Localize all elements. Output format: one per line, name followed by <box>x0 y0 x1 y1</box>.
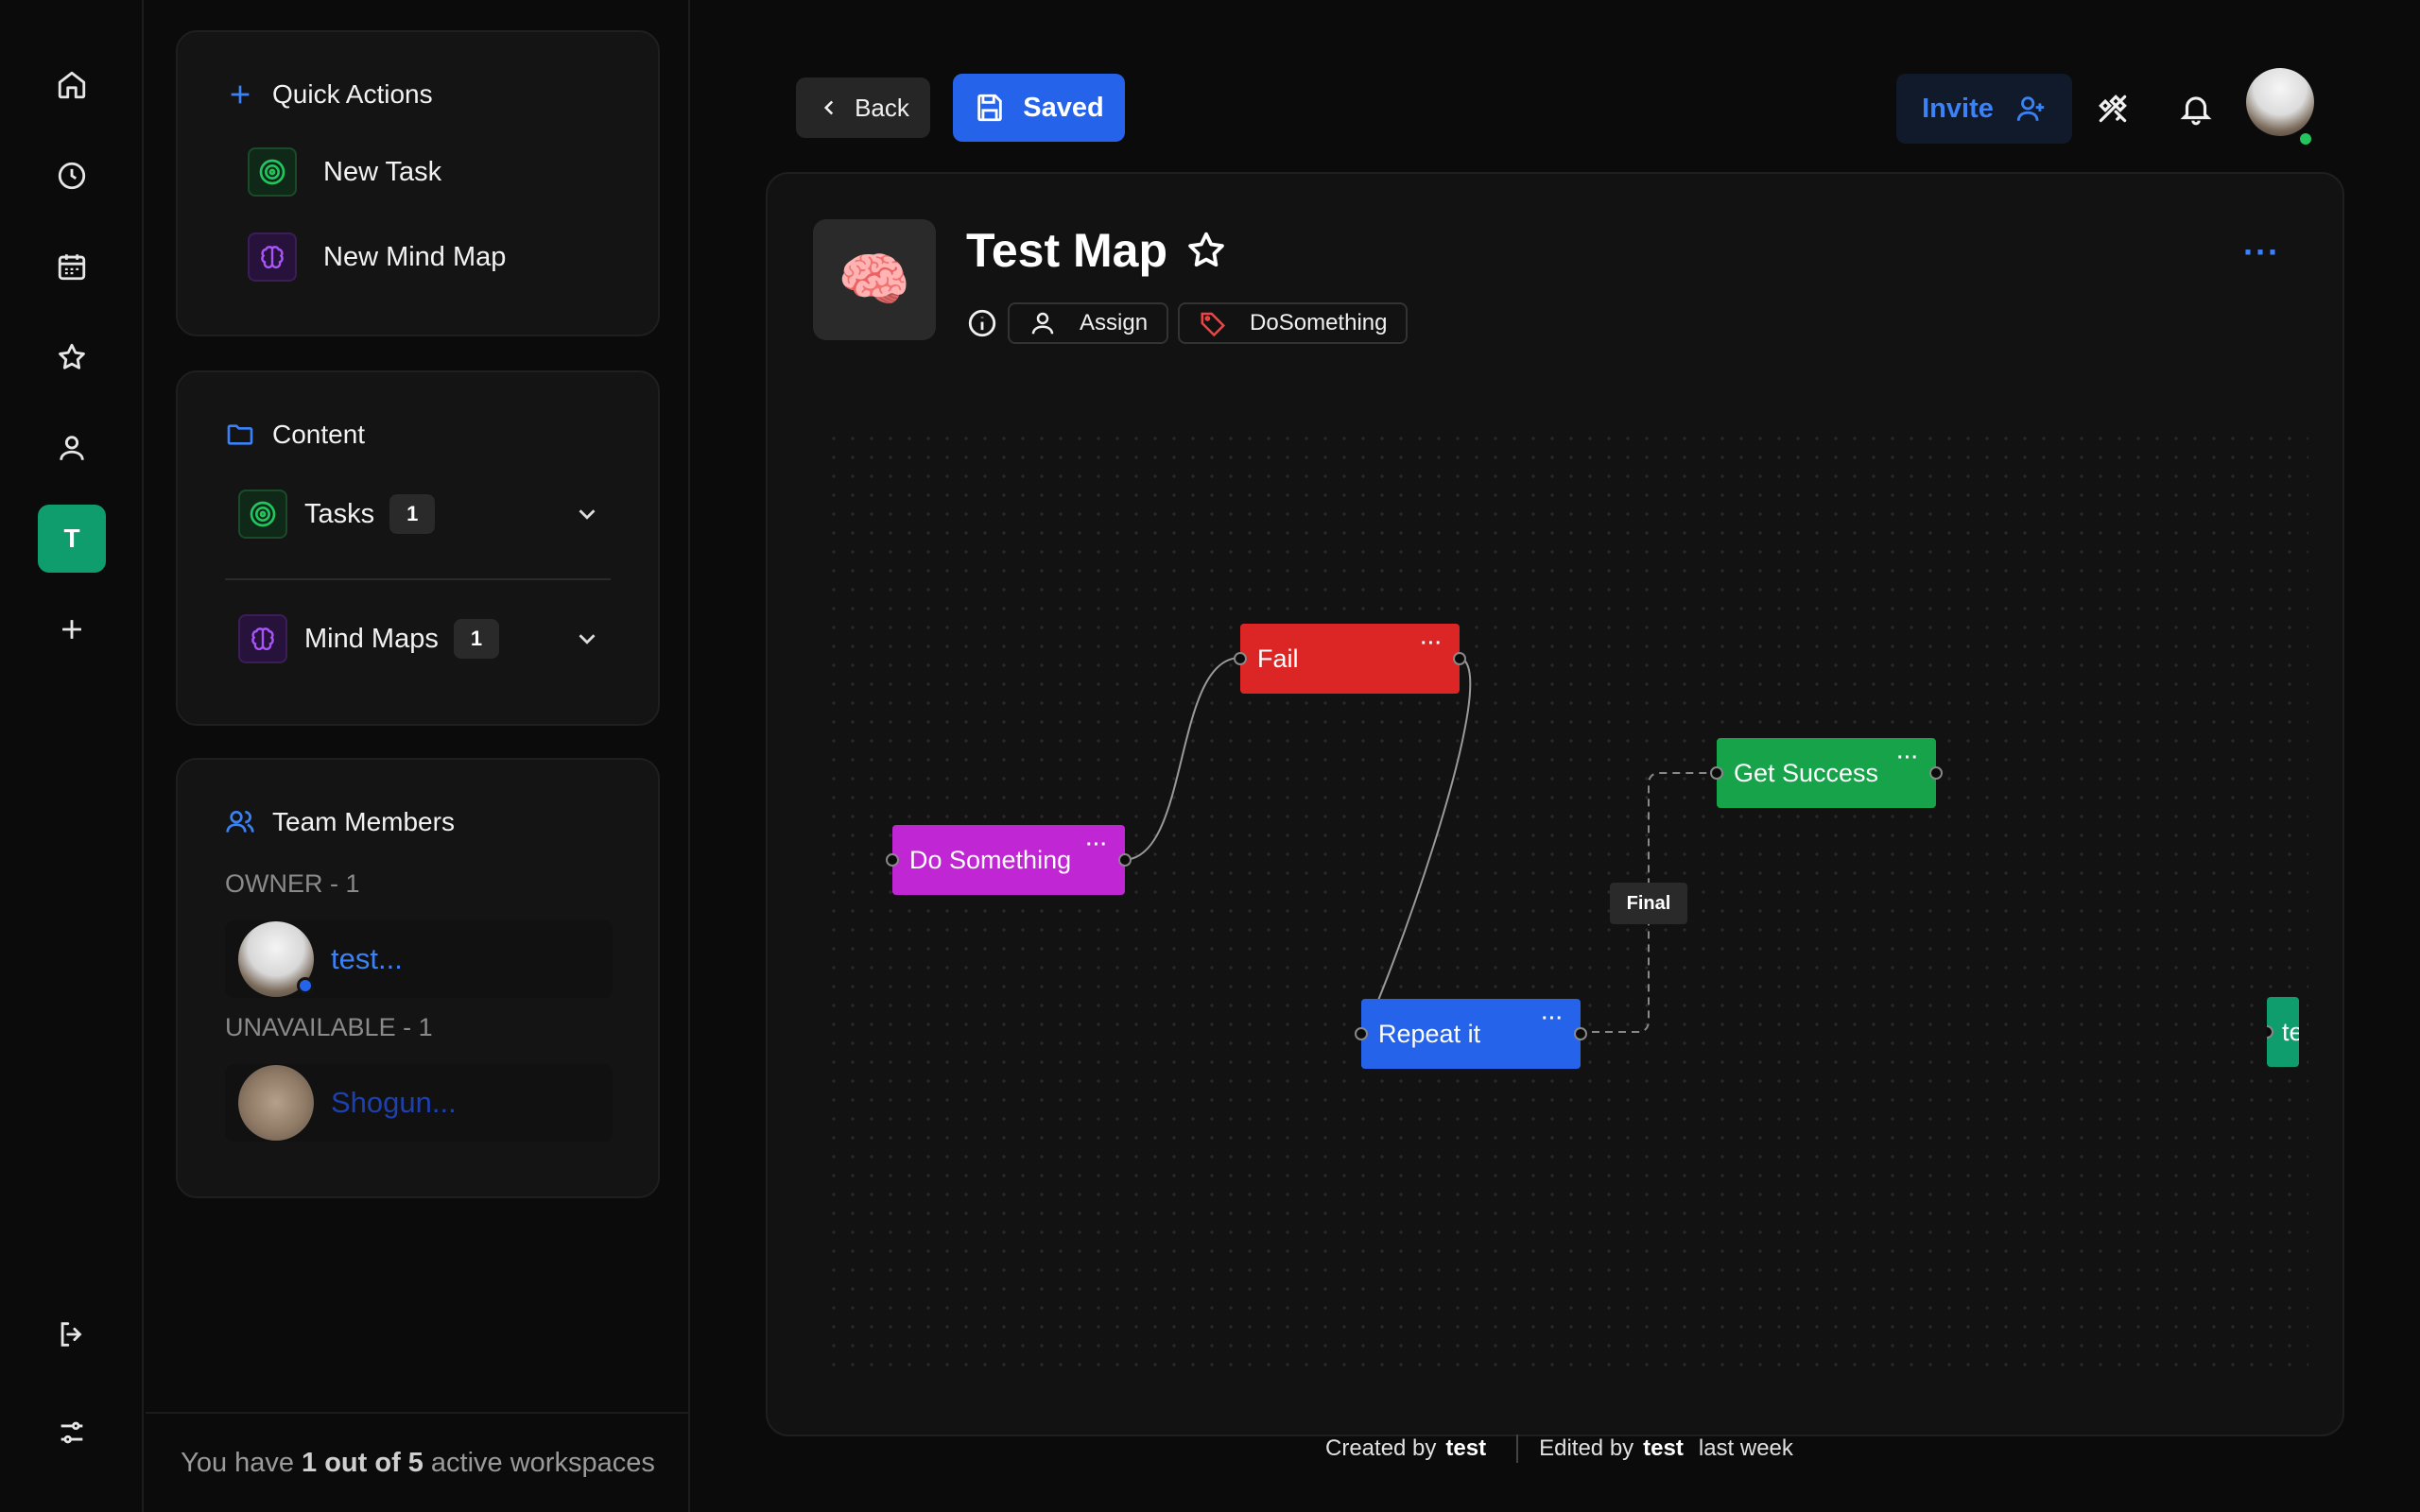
node-menu-button[interactable]: ··· <box>1421 633 1443 655</box>
chevron-down-icon[interactable] <box>573 500 601 528</box>
chevron-down-icon[interactable] <box>573 625 601 653</box>
clock-icon[interactable] <box>38 142 106 210</box>
node-do-something[interactable]: Do Something ··· <box>886 825 1132 895</box>
back-button[interactable]: Back <box>796 77 930 138</box>
logout-icon[interactable] <box>38 1300 106 1368</box>
nav-rail: T <box>0 0 144 1512</box>
mind-map-panel: 🧠 Test Map Assign DoSomething ··· <box>766 172 2344 1436</box>
assign-chip[interactable]: Assign <box>1008 302 1169 344</box>
favorite-star-icon[interactable] <box>1184 229 1228 272</box>
team-member-unavailable[interactable]: Shogun... <box>225 1064 613 1142</box>
mind-maps-count-badge: 1 <box>453 619 500 659</box>
target-icon <box>248 147 297 197</box>
node-handle[interactable] <box>1710 766 1723 780</box>
node-get-success[interactable]: Get Success ··· <box>1710 738 1943 808</box>
mind-map-canvas[interactable] <box>824 429 2308 1374</box>
save-icon <box>977 94 1003 122</box>
node-partial-offscreen[interactable]: te <box>2267 997 2299 1067</box>
workspace-button[interactable]: T <box>38 505 106 573</box>
node-handle[interactable] <box>886 853 899 867</box>
tasks-label: Tasks <box>304 498 375 529</box>
node-handle[interactable] <box>1929 766 1943 780</box>
map-meta-row: Assign DoSomething <box>966 302 1409 344</box>
content-title: Content <box>225 420 365 450</box>
workspace-usage-note: You have 1 out of 5 active workspaces <box>146 1412 690 1512</box>
node-menu-button[interactable]: ··· <box>1897 747 1919 769</box>
team-members-card: Team Members OWNER - 1 test... UNAVAILAB… <box>176 758 660 1198</box>
content-mind-maps-row[interactable]: Mind Maps 1 <box>238 614 601 663</box>
edge-label-final[interactable]: Final <box>1610 883 1687 924</box>
footer-separator <box>1516 1435 1519 1463</box>
node-handle[interactable] <box>1355 1027 1368 1040</box>
plus-icon <box>231 85 250 104</box>
avatar <box>238 1065 314 1141</box>
brain-emoji-icon[interactable]: 🧠 <box>813 219 936 340</box>
users-icon <box>226 811 254 833</box>
tasks-count-badge: 1 <box>389 494 436 534</box>
add-workspace-icon[interactable] <box>38 595 106 663</box>
node-handle[interactable] <box>1118 853 1132 867</box>
edit-history: Created by test Edited by test last week <box>1325 1435 1793 1463</box>
tools-icon[interactable] <box>2091 87 2135 130</box>
node-handle[interactable] <box>1453 652 1466 665</box>
status-dot <box>297 977 314 994</box>
new-mind-map-button[interactable]: New Mind Map <box>248 232 506 282</box>
online-status-dot <box>2297 130 2314 147</box>
user-plus-icon <box>2016 96 2045 121</box>
quick-actions-title: Quick Actions <box>225 79 433 110</box>
team-member-owner[interactable]: test... <box>225 920 613 998</box>
info-icon[interactable] <box>966 307 998 339</box>
tag-icon <box>1201 312 1226 337</box>
star-icon[interactable] <box>38 323 106 391</box>
calendar-icon[interactable] <box>38 232 106 301</box>
settings-sliders-icon[interactable] <box>38 1399 106 1467</box>
content-tasks-row[interactable]: Tasks 1 <box>238 490 601 539</box>
user-avatar[interactable] <box>2246 68 2314 136</box>
tag-chip[interactable]: DoSomething <box>1178 302 1409 344</box>
node-fail[interactable]: Fail ··· <box>1234 624 1466 694</box>
node-menu-button[interactable]: ··· <box>1086 834 1108 856</box>
folder-icon <box>227 424 253 445</box>
unavailable-member-name: Shogun... <box>331 1086 457 1119</box>
owner-section-label: OWNER - 1 <box>225 869 360 898</box>
map-title: Test Map <box>966 223 1228 278</box>
user-icon <box>1031 312 1054 335</box>
bell-icon[interactable] <box>2174 87 2218 130</box>
unavailable-section-label: UNAVAILABLE - 1 <box>225 1013 433 1041</box>
sidebar: Quick Actions New Task New Mind Map Cont… <box>146 0 690 1512</box>
owner-name: test... <box>331 942 403 975</box>
user-icon[interactable] <box>38 414 106 482</box>
home-icon[interactable] <box>38 51 106 119</box>
brain-icon <box>238 614 287 663</box>
team-members-title: Team Members <box>225 807 455 837</box>
more-options-button[interactable]: ··· <box>2243 232 2280 272</box>
node-repeat-it[interactable]: Repeat it ··· <box>1355 999 1587 1069</box>
node-menu-button[interactable]: ··· <box>1542 1008 1564 1030</box>
node-handle[interactable] <box>1234 652 1247 665</box>
brain-icon <box>248 232 297 282</box>
target-icon <box>238 490 287 539</box>
saved-button[interactable]: Saved <box>953 74 1125 142</box>
invite-button[interactable]: Invite <box>1896 74 2072 144</box>
node-handle[interactable] <box>2267 1025 2273 1039</box>
quick-actions-card: Quick Actions New Task New Mind Map <box>176 30 660 336</box>
content-divider <box>225 578 611 580</box>
chevron-left-icon <box>824 100 834 115</box>
mind-maps-label: Mind Maps <box>304 623 439 654</box>
content-card: Content Tasks 1 Mind Maps 1 <box>176 370 660 726</box>
new-task-button[interactable]: New Task <box>248 147 441 197</box>
node-handle[interactable] <box>1574 1027 1587 1040</box>
